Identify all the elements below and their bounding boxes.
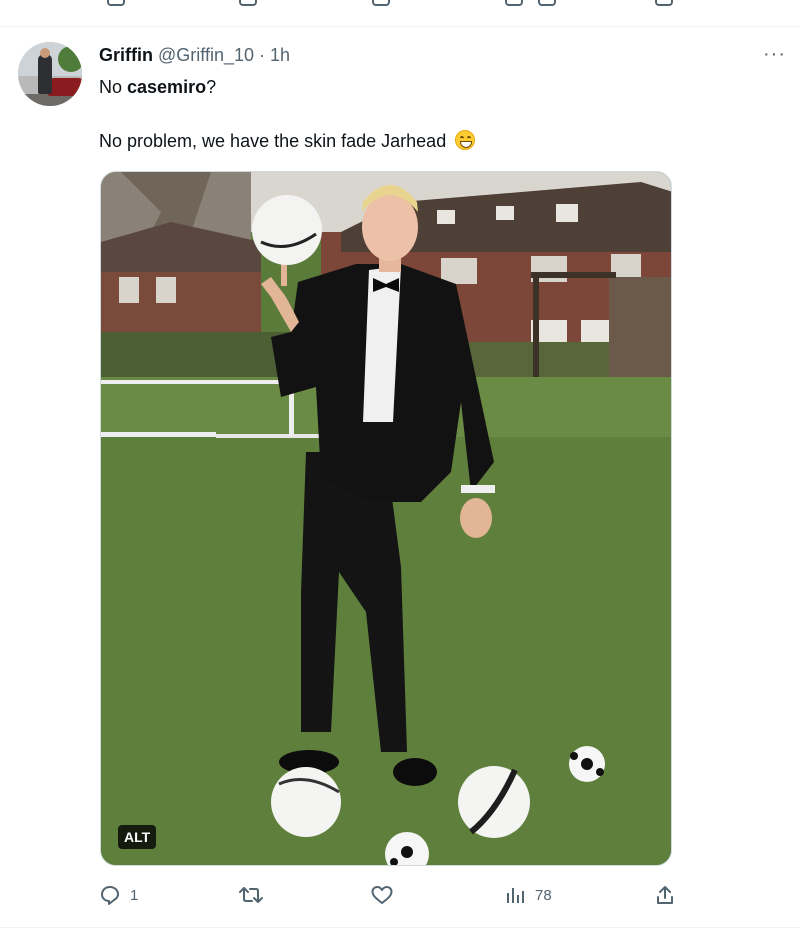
- tweet-timestamp[interactable]: 1h: [270, 45, 290, 65]
- grinning-face-emoji-icon: [455, 130, 476, 150]
- views-button[interactable]: 78: [505, 885, 552, 905]
- previous-reply-icon[interactable]: [107, 0, 125, 6]
- heart-icon: [371, 886, 393, 904]
- previous-views-icon[interactable]: [505, 0, 523, 6]
- retweet-icon: [239, 887, 263, 903]
- like-button[interactable]: [371, 885, 403, 905]
- previous-retweet-icon[interactable]: [239, 0, 257, 6]
- tweet[interactable]: Griffin @Griffin_10 · 1h ··· No casemiro…: [0, 27, 800, 927]
- share-icon: [657, 886, 673, 904]
- views-chart-icon: [507, 888, 524, 903]
- previous-share-icon[interactable]: [655, 0, 673, 6]
- reply-count: 1: [130, 886, 139, 904]
- tweet-text-body: No problem, we have the skin fade Jarhea…: [99, 131, 447, 151]
- tweet-text-line-1: No casemiro?: [99, 74, 216, 100]
- tweet-header: Griffin @Griffin_10 · 1h: [99, 43, 290, 67]
- tweet-media-photo[interactable]: ALT: [100, 171, 672, 866]
- reply-button[interactable]: 1: [100, 885, 138, 905]
- photo-illustration: [101, 172, 671, 865]
- tweet-action-bar: 1 78: [0, 877, 800, 917]
- more-options-icon[interactable]: ···: [763, 44, 786, 64]
- tweet-text-bold: casemiro: [127, 77, 207, 97]
- views-count: 78: [535, 886, 552, 904]
- tweet-text-prefix: No: [99, 77, 128, 97]
- previous-views-count: [538, 0, 556, 6]
- separator-dot: ·: [259, 45, 266, 65]
- tweet-divider: [0, 927, 800, 928]
- previous-tweet-action-bar: [0, 0, 800, 27]
- author-name[interactable]: Griffin: [99, 45, 153, 65]
- reply-icon: [101, 886, 119, 905]
- previous-like-icon[interactable]: [372, 0, 390, 6]
- share-button[interactable]: [655, 885, 675, 905]
- tweet-text-suffix: ?: [206, 77, 217, 97]
- retweet-button[interactable]: [239, 885, 273, 905]
- alt-text-badge[interactable]: ALT: [118, 825, 157, 849]
- author-handle[interactable]: @Griffin_10: [158, 45, 254, 65]
- avatar[interactable]: [18, 42, 82, 106]
- tweet-text-line-2: No problem, we have the skin fade Jarhea…: [99, 128, 476, 154]
